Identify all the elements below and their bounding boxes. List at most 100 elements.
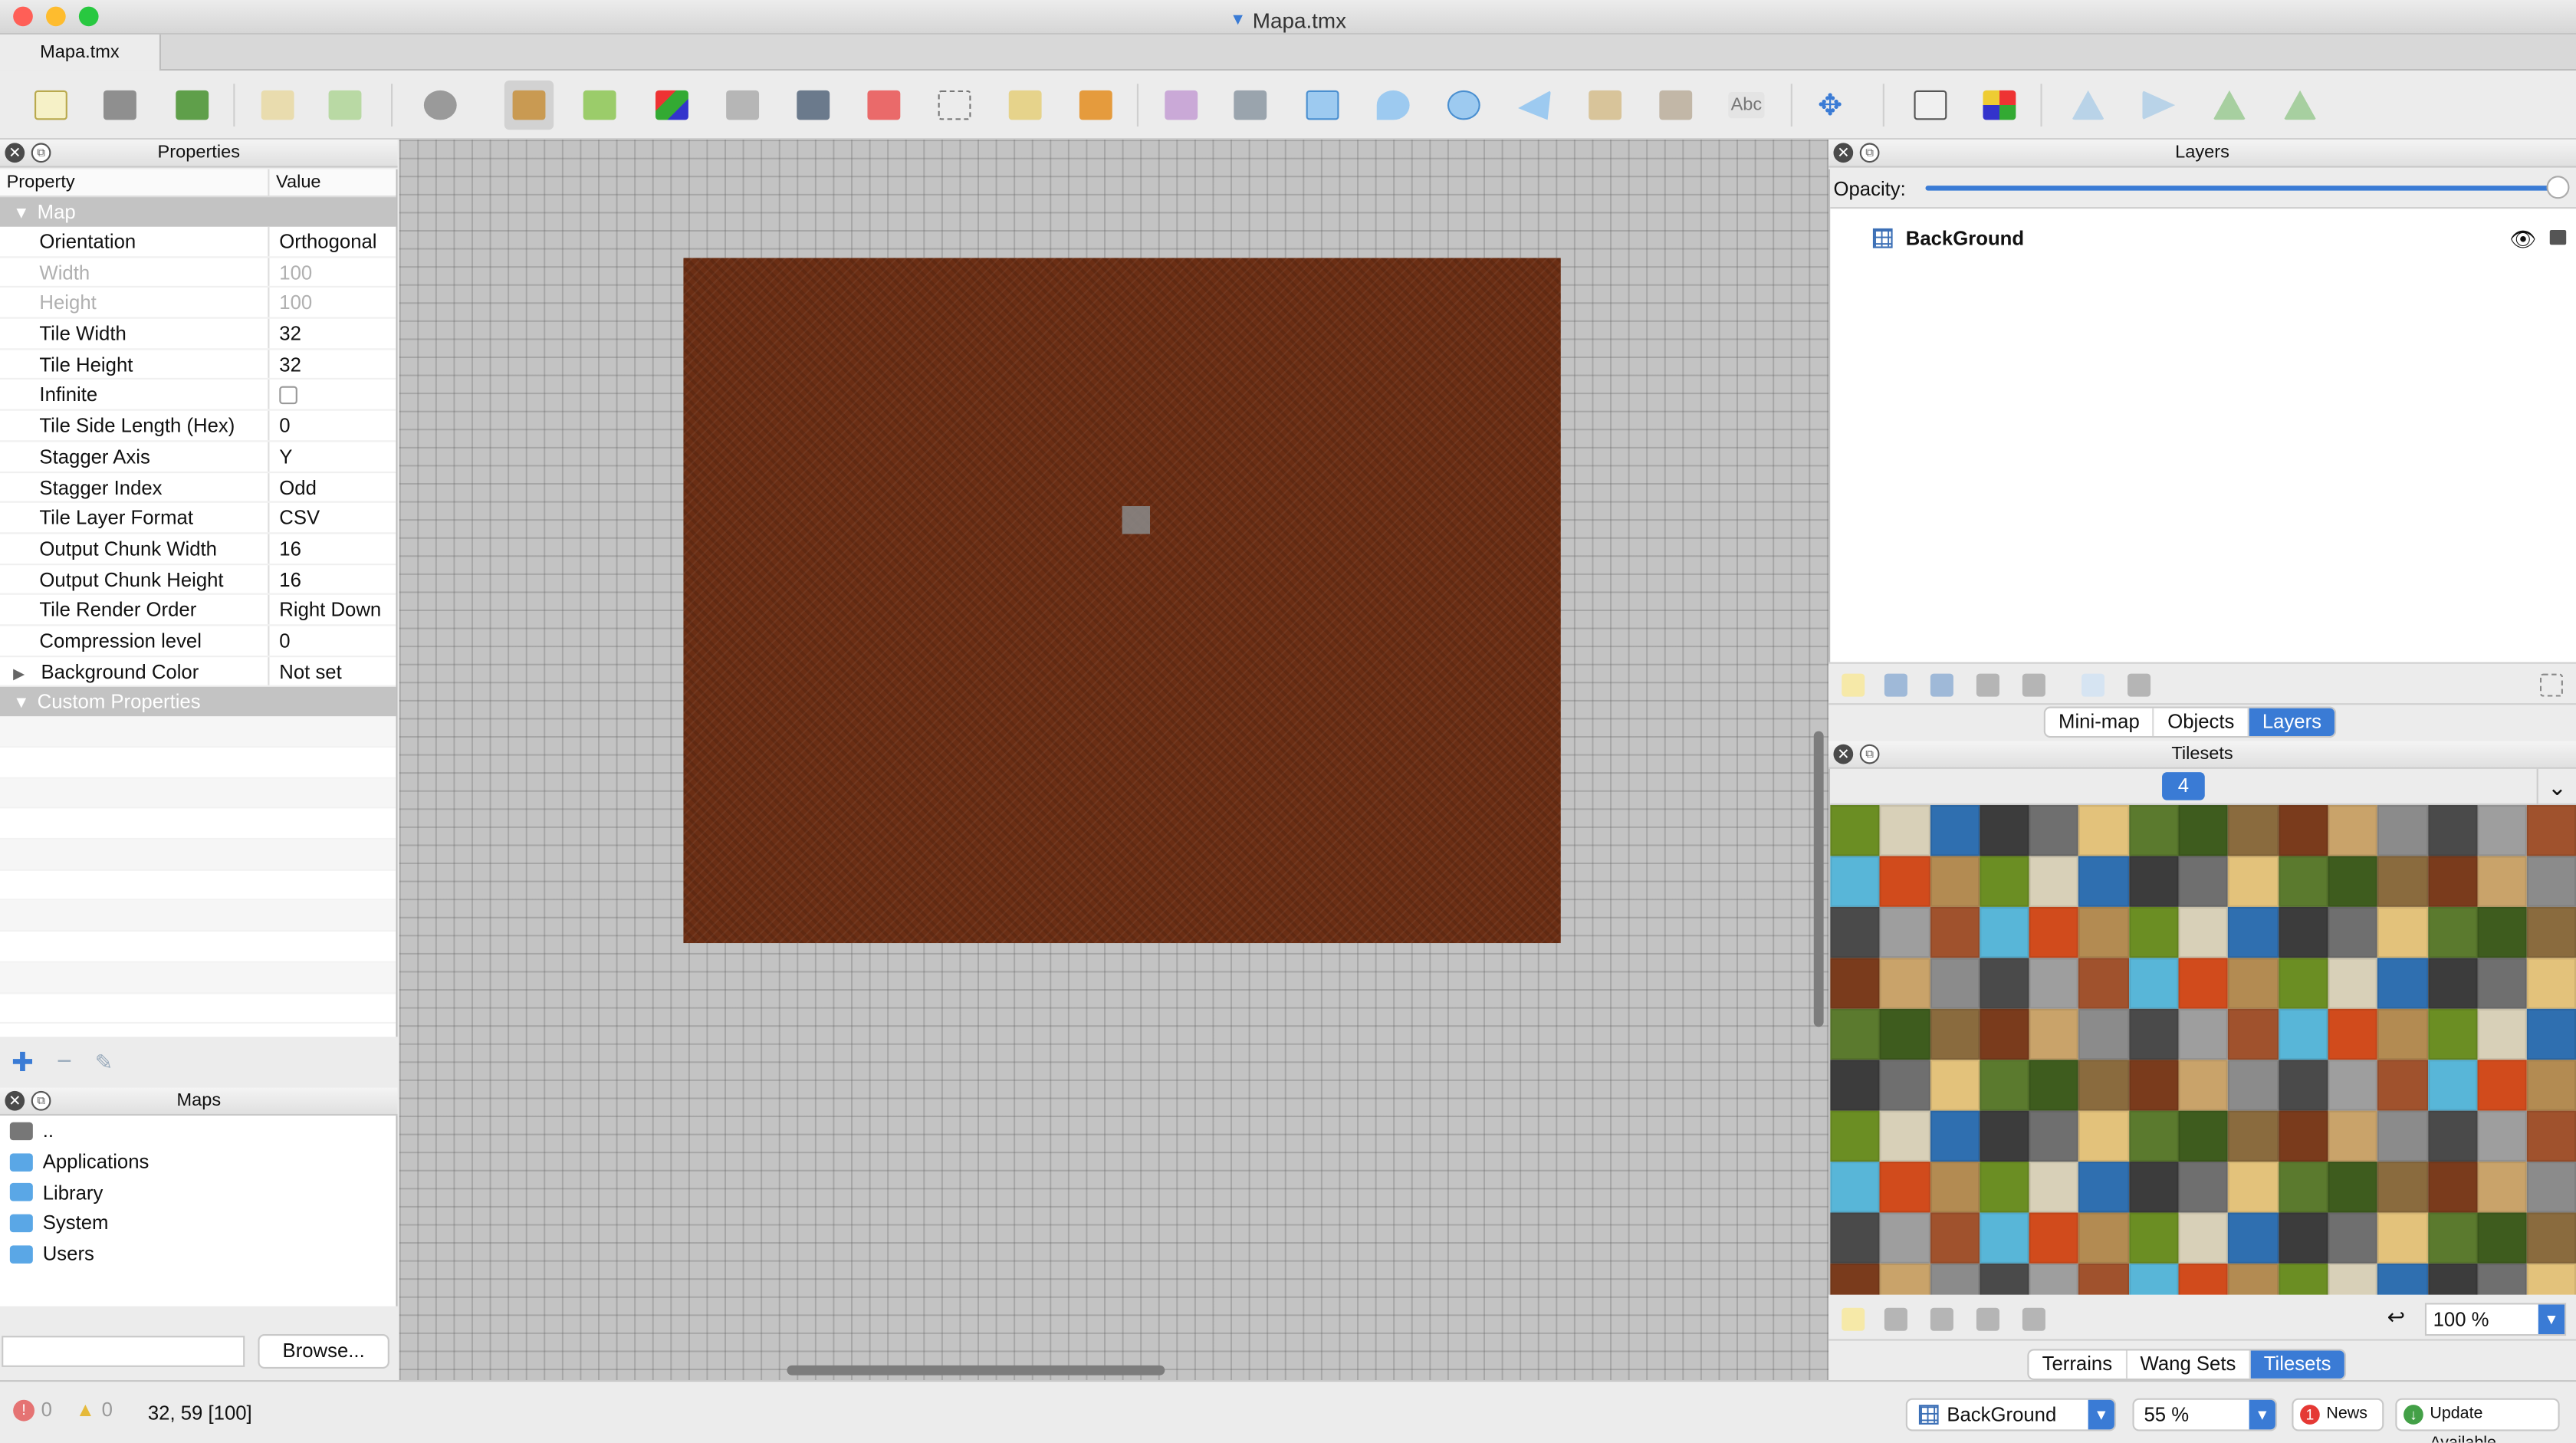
map-canvas[interactable] <box>399 140 1829 1381</box>
tile-swatch[interactable] <box>2278 1060 2328 1111</box>
new-layer-icon[interactable] <box>1842 673 1865 697</box>
tile-swatch[interactable] <box>2128 1162 2179 1213</box>
tile-swatch[interactable] <box>2178 805 2229 856</box>
tile-swatch[interactable] <box>1880 1060 1930 1111</box>
tile-swatch[interactable] <box>1830 1162 1881 1213</box>
save-button[interactable] <box>168 81 217 130</box>
remove-property-icon[interactable]: − <box>57 1048 72 1078</box>
property-row[interactable]: Stagger Axis Y <box>0 442 396 473</box>
tile-swatch[interactable] <box>2477 1263 2528 1295</box>
tile-swatch[interactable] <box>2178 906 2229 958</box>
expand-arrow-icon[interactable]: ▶ <box>13 665 25 681</box>
tile-swatch[interactable] <box>1930 958 1980 1009</box>
property-value[interactable]: 0 <box>269 626 290 655</box>
terrain-brush-button[interactable] <box>575 81 624 130</box>
tile-swatch[interactable] <box>2128 1263 2179 1295</box>
tile-swatch[interactable] <box>2078 1060 2129 1111</box>
tile-swatch[interactable] <box>1979 856 2029 907</box>
rectangle-select-button[interactable] <box>930 81 979 130</box>
property-row[interactable]: ▶ Background Color Not set <box>0 656 396 688</box>
property-value[interactable]: 16 <box>269 564 301 593</box>
tile-swatch[interactable] <box>1880 805 1930 856</box>
tile-swatch[interactable] <box>2178 856 2229 907</box>
tile-swatch[interactable] <box>1880 856 1930 907</box>
opacity-slider[interactable] <box>1925 176 2570 199</box>
tile-swatch[interactable] <box>2477 805 2528 856</box>
new-tileset-icon[interactable] <box>1842 1307 1865 1331</box>
rotate-left-button[interactable] <box>2205 81 2254 130</box>
tile-swatch[interactable] <box>1880 1008 1930 1060</box>
tile-swatch[interactable] <box>2078 1110 2129 1162</box>
tile-swatch[interactable] <box>1979 1212 2029 1264</box>
delete-tileset-icon[interactable] <box>2022 1307 2045 1331</box>
tab-mini-map[interactable]: Mini-map <box>2045 708 2155 737</box>
tile-swatch[interactable] <box>2427 1212 2478 1264</box>
update-available-button[interactable]: ↓ Update Available <box>2395 1398 2560 1442</box>
tile-swatch[interactable] <box>2377 906 2428 958</box>
list-item[interactable]: System <box>0 1208 396 1238</box>
tile-swatch[interactable] <box>1979 1263 2029 1295</box>
redo-button[interactable] <box>320 81 370 130</box>
tile-swatch[interactable] <box>2328 1212 2378 1264</box>
tile-swatch[interactable] <box>2128 906 2179 958</box>
tile-swatch[interactable] <box>2078 805 2129 856</box>
tile-swatch[interactable] <box>1930 805 1980 856</box>
close-panel-icon[interactable]: ✕ <box>5 1090 25 1111</box>
tile-swatch[interactable] <box>2328 1060 2378 1111</box>
tile-swatch[interactable] <box>1979 805 2029 856</box>
news-button[interactable]: 1 News <box>2292 1398 2384 1431</box>
tile-swatch[interactable] <box>2228 1008 2279 1060</box>
raise-layer-icon[interactable] <box>1884 673 1907 697</box>
tile-swatch[interactable] <box>2427 1162 2478 1213</box>
tile-swatch[interactable] <box>2477 856 2528 907</box>
tile-swatch[interactable] <box>2228 1212 2279 1264</box>
tile-swatch[interactable] <box>2477 1110 2528 1162</box>
add-property-icon[interactable]: ✚ <box>12 1047 34 1080</box>
tile-swatch[interactable] <box>2078 958 2129 1009</box>
tile-swatch[interactable] <box>2527 1060 2576 1111</box>
tab-objects[interactable]: Objects <box>2154 708 2249 737</box>
tile-swatch[interactable] <box>2328 805 2378 856</box>
tile-swatch[interactable] <box>2278 1162 2328 1213</box>
tile-swatch[interactable] <box>2278 958 2328 1009</box>
tile-swatch[interactable] <box>2278 1110 2328 1162</box>
zoom-select[interactable]: 55 % ▼ <box>2132 1398 2278 1431</box>
property-value[interactable]: Y <box>269 442 292 471</box>
tile-swatch[interactable] <box>2527 1263 2576 1295</box>
minimize-window-button[interactable] <box>46 6 66 27</box>
property-row[interactable]: Tile Width 32 <box>0 318 396 350</box>
tab-terrains[interactable]: Terrains <box>2029 1350 2128 1379</box>
tile-swatch[interactable] <box>2328 906 2378 958</box>
new-map-button[interactable] <box>26 81 75 130</box>
float-panel-icon[interactable]: ⧉ <box>31 143 51 163</box>
tile-swatch[interactable] <box>2029 1110 2079 1162</box>
random-mode-button[interactable] <box>1906 81 1955 130</box>
tile-swatch[interactable] <box>2377 1263 2428 1295</box>
delete-layer-icon[interactable] <box>2022 673 2045 697</box>
horizontal-scrollbar[interactable] <box>787 1365 1165 1376</box>
tile-swatch[interactable] <box>2427 906 2478 958</box>
tile-swatch[interactable] <box>2377 1212 2428 1264</box>
tile-swatch[interactable] <box>2328 958 2378 1009</box>
tile-swatch[interactable] <box>2128 1060 2179 1111</box>
tile-swatch[interactable] <box>2477 958 2528 1009</box>
tileset-tab[interactable]: 4 <box>2162 772 2205 800</box>
tile-swatch[interactable] <box>1930 1263 1980 1295</box>
tile-swatch[interactable] <box>1979 1110 2029 1162</box>
dynamic-wrap-icon[interactable]: ↩ <box>2387 1304 2405 1330</box>
list-item[interactable]: Library <box>0 1177 396 1208</box>
property-row[interactable]: Tile Height 32 <box>0 349 396 380</box>
tile-swatch[interactable] <box>1830 1008 1881 1060</box>
rename-property-icon[interactable]: ✎ <box>95 1050 113 1076</box>
tile-swatch[interactable] <box>2427 1110 2478 1162</box>
float-panel-icon[interactable]: ⧉ <box>1859 744 1880 764</box>
select-objects-button[interactable] <box>1157 81 1206 130</box>
tile-swatch[interactable] <box>2228 958 2279 1009</box>
tile-swatch[interactable] <box>1880 1162 1930 1213</box>
lock-other-layers-icon[interactable] <box>2128 673 2151 697</box>
tile-swatch[interactable] <box>2477 906 2528 958</box>
flip-horizontal-button[interactable] <box>2063 81 2112 130</box>
tile-swatch[interactable] <box>1880 958 1930 1009</box>
commands-button[interactable] <box>416 81 465 130</box>
tile-swatch[interactable] <box>2377 958 2428 1009</box>
